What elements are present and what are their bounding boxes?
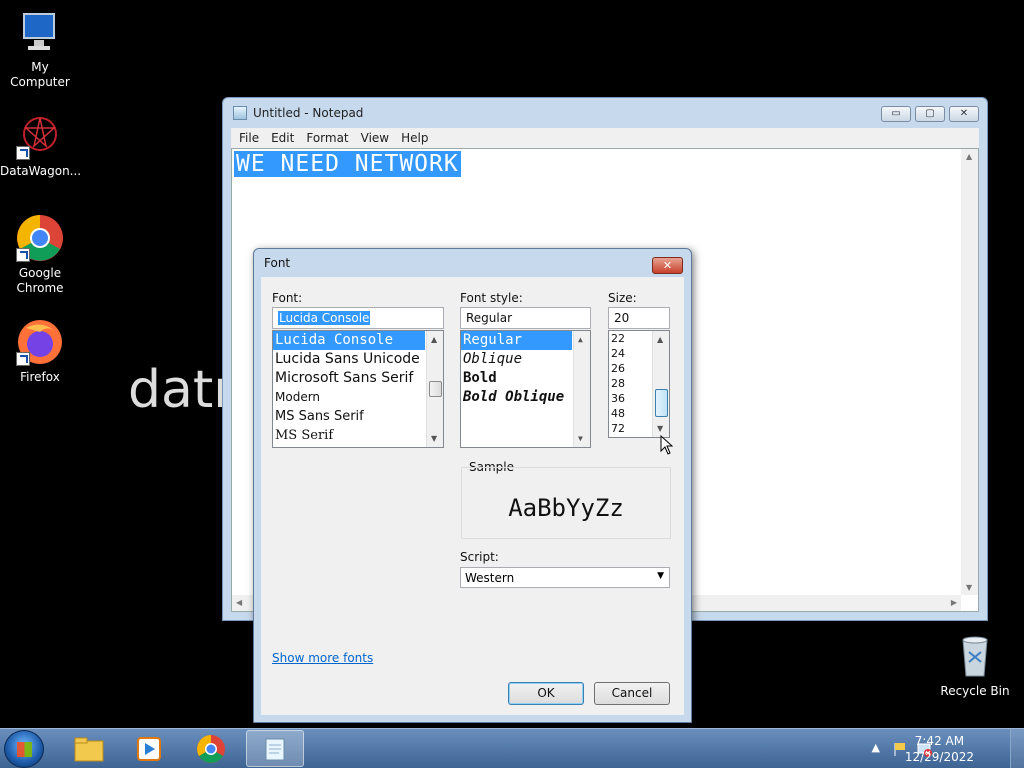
font-size-label: Size: bbox=[608, 291, 637, 305]
font-name-input[interactable]: Lucida Console bbox=[272, 307, 444, 329]
font-dialog-body: Font: Lucida Console Lucida Console Luci… bbox=[261, 277, 684, 715]
desktop-icon-label: My Computer bbox=[10, 60, 70, 89]
desktop-icon-label: Firefox bbox=[20, 370, 60, 384]
font-size-input[interactable]: 20 bbox=[608, 307, 670, 329]
mouse-cursor-icon bbox=[660, 435, 674, 455]
notepad-title-bar[interactable]: Untitled - Notepad bbox=[223, 98, 987, 128]
recycle-bin-icon bbox=[951, 632, 999, 680]
font-style-input[interactable]: Regular bbox=[460, 307, 591, 329]
scroll-up-icon[interactable]: ▲ bbox=[431, 335, 437, 344]
font-list-item[interactable]: Microsoft Sans Serif bbox=[273, 369, 443, 388]
notepad-icon bbox=[265, 738, 285, 760]
chrome-icon bbox=[197, 734, 225, 763]
font-style-label: Font style: bbox=[460, 291, 523, 305]
font-list-item[interactable]: Lucida Console bbox=[273, 331, 425, 350]
desktop-icon-label: DataWagon... bbox=[0, 164, 82, 178]
taskbar-explorer[interactable] bbox=[60, 730, 118, 767]
font-list[interactable]: Lucida Console Lucida Sans Unicode Micro… bbox=[272, 330, 444, 448]
taskbar-media-player[interactable] bbox=[120, 730, 178, 767]
scroll-up-icon[interactable]: ▲ bbox=[578, 335, 583, 344]
media-player-icon bbox=[137, 736, 161, 761]
font-list-scrollbar[interactable]: ▲ ▼ bbox=[426, 331, 443, 447]
desktop-icon-datawagon[interactable]: DataWagon... bbox=[0, 112, 82, 179]
computer-icon bbox=[16, 8, 64, 56]
menu-help[interactable]: Help bbox=[395, 131, 434, 145]
scroll-down-icon[interactable]: ▼ bbox=[966, 583, 972, 592]
desktop-icon-my-computer[interactable]: My Computer bbox=[0, 8, 80, 90]
scroll-thumb[interactable] bbox=[655, 389, 668, 417]
notepad-title: Untitled - Notepad bbox=[253, 106, 364, 120]
scroll-thumb[interactable] bbox=[429, 381, 442, 397]
show-desktop-button[interactable] bbox=[1010, 729, 1024, 768]
datawagon-icon bbox=[16, 112, 64, 160]
vertical-scrollbar[interactable]: ▲ ▼ bbox=[961, 149, 978, 595]
shortcut-arrow-icon bbox=[16, 146, 30, 160]
script-select[interactable]: Western ▼ bbox=[460, 567, 670, 588]
chevron-down-icon: ▼ bbox=[657, 571, 664, 581]
maximize-button[interactable]: ▢ bbox=[915, 106, 945, 122]
font-style-list[interactable]: Regular Oblique Bold Bold Oblique ▲ ▼ bbox=[460, 330, 591, 448]
font-style-item[interactable]: Regular bbox=[461, 331, 572, 350]
desktop-icon-label: Recycle Bin bbox=[940, 684, 1010, 698]
sample-preview: AaBbYyZz bbox=[461, 467, 671, 539]
scroll-down-icon[interactable]: ▼ bbox=[578, 434, 583, 443]
scroll-up-icon[interactable]: ▲ bbox=[657, 335, 663, 344]
shortcut-arrow-icon bbox=[16, 352, 30, 366]
font-name-value: Lucida Console bbox=[278, 311, 371, 325]
font-dialog-title: Font bbox=[264, 256, 291, 270]
firefox-icon bbox=[16, 318, 64, 366]
font-list-item[interactable]: Lucida Sans Unicode bbox=[273, 350, 443, 369]
wallpaper-text: datr bbox=[128, 360, 235, 420]
script-value: Western bbox=[465, 571, 515, 585]
notepad-icon bbox=[233, 106, 247, 120]
clock-date: 12/29/2022 bbox=[904, 750, 974, 764]
scroll-down-icon[interactable]: ▼ bbox=[657, 424, 663, 433]
start-button[interactable] bbox=[4, 730, 44, 768]
tray-overflow-icon[interactable]: ▲ bbox=[872, 741, 880, 754]
cancel-button[interactable]: Cancel bbox=[594, 682, 670, 705]
font-list-item[interactable]: MS Serif bbox=[273, 426, 443, 445]
menu-edit[interactable]: Edit bbox=[265, 131, 300, 145]
scroll-right-icon[interactable]: ▶ bbox=[951, 598, 957, 607]
scroll-left-icon[interactable]: ◀ bbox=[236, 598, 242, 607]
font-size-scrollbar[interactable]: ▲ ▼ bbox=[652, 331, 669, 437]
font-style-item[interactable]: Bold bbox=[461, 369, 590, 388]
menu-format[interactable]: Format bbox=[300, 131, 354, 145]
font-style-item[interactable]: Bold Oblique bbox=[461, 388, 590, 407]
font-style-scrollbar[interactable]: ▲ ▼ bbox=[573, 331, 590, 447]
font-dialog[interactable]: Font ✕ Font: Lucida Console Lucida Conso… bbox=[253, 248, 692, 723]
desktop-icon-google-chrome[interactable]: Google Chrome bbox=[0, 214, 80, 296]
font-label: Font: bbox=[272, 291, 303, 305]
font-list-item[interactable]: Modern bbox=[273, 388, 443, 407]
dialog-close-button[interactable]: ✕ bbox=[652, 257, 683, 274]
chrome-icon bbox=[16, 214, 64, 262]
folder-icon bbox=[74, 737, 104, 761]
font-list-item[interactable]: MS Sans Serif bbox=[273, 407, 443, 426]
font-size-list[interactable]: 22 24 26 28 36 48 72 ▲ ▼ bbox=[608, 330, 670, 438]
taskbar-chrome[interactable] bbox=[182, 730, 240, 767]
desktop-icon-firefox[interactable]: Firefox bbox=[0, 318, 80, 385]
system-clock[interactable]: 7:42 AM 12/29/2022 bbox=[905, 733, 974, 765]
desktop-icon-recycle-bin[interactable]: Recycle Bin bbox=[935, 632, 1015, 699]
font-style-item[interactable]: Oblique bbox=[461, 350, 590, 369]
sample-text: AaBbYyZz bbox=[508, 494, 624, 522]
menu-file[interactable]: File bbox=[233, 131, 265, 145]
menu-view[interactable]: View bbox=[355, 131, 395, 145]
script-label: Script: bbox=[460, 550, 499, 564]
clock-time: 7:42 AM bbox=[914, 734, 965, 748]
notepad-menu-bar: File Edit Format View Help bbox=[231, 128, 979, 148]
scroll-up-icon[interactable]: ▲ bbox=[966, 152, 972, 161]
close-button[interactable]: ✕ bbox=[949, 106, 979, 122]
scroll-down-icon[interactable]: ▼ bbox=[431, 434, 437, 443]
ok-button[interactable]: OK bbox=[508, 682, 584, 705]
selected-text[interactable]: WE NEED NETWORK bbox=[234, 151, 461, 177]
shortcut-arrow-icon bbox=[16, 248, 30, 262]
taskbar: ▲ 7:42 AM 12/29/2022 bbox=[0, 728, 1024, 768]
show-more-fonts-link[interactable]: Show more fonts bbox=[272, 651, 373, 665]
taskbar-notepad[interactable] bbox=[246, 730, 304, 767]
minimize-button[interactable]: ▭ bbox=[881, 106, 911, 122]
desktop-icon-label: Google Chrome bbox=[16, 266, 64, 295]
